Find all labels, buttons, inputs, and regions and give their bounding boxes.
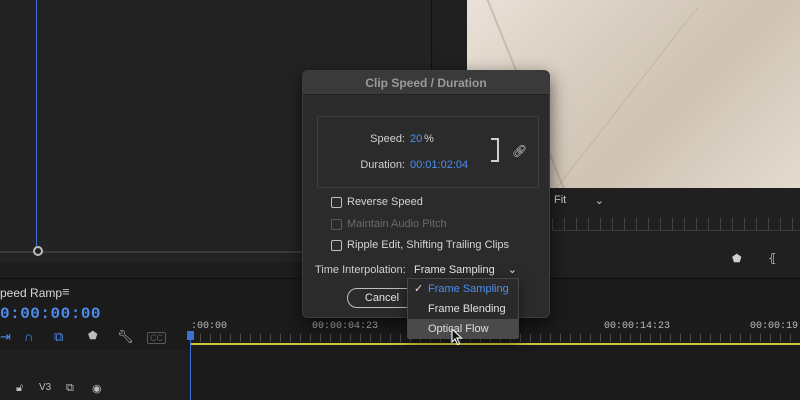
checkmark-icon: ✓ bbox=[414, 283, 424, 295]
captions-icon[interactable]: CC bbox=[147, 332, 166, 344]
time-interpolation-dropdown: ✓ Frame Sampling Frame Blending Optical … bbox=[407, 278, 519, 339]
maintain-audio-pitch-label: Maintain Audio Pitch bbox=[347, 218, 447, 230]
lock-track-icon[interactable]: 🔓︎ bbox=[16, 382, 23, 395]
dropdown-option-frame-sampling[interactable]: ✓ Frame Sampling bbox=[408, 279, 518, 299]
maintain-audio-pitch-option: Maintain Audio Pitch bbox=[331, 218, 447, 230]
speed-unit: % bbox=[424, 133, 434, 145]
maintain-audio-pitch-checkbox bbox=[331, 218, 342, 230]
zoom-level-value: Fit bbox=[554, 194, 567, 206]
duration-value-field[interactable]: 00:01:02:04 bbox=[410, 159, 468, 171]
timeline-playhead-handle[interactable] bbox=[187, 331, 194, 340]
sync-lock-icon[interactable]: ⧉ bbox=[66, 382, 74, 395]
mark-in-out-icon[interactable]: ⦃ bbox=[768, 251, 777, 265]
linked-selection-icon[interactable]: ⧉ bbox=[54, 329, 63, 345]
insert-tool-icon[interactable]: ⇥ bbox=[0, 329, 11, 345]
wrench-settings-icon[interactable]: 🔧︎ bbox=[117, 329, 134, 345]
time-interpolation-label: Time Interpolation: bbox=[315, 264, 406, 276]
sequence-tab-label[interactable]: peed Ramp bbox=[0, 286, 62, 300]
ruler-tick-label: 00:00:14:23 bbox=[604, 321, 671, 332]
add-marker-timeline-icon[interactable]: ⬟ bbox=[88, 329, 98, 342]
timeline-playhead-line bbox=[190, 331, 191, 400]
ruler-tick-label: 00:00:19:2 bbox=[750, 321, 800, 332]
duration-label: Duration: bbox=[360, 159, 405, 171]
ripple-edit-checkbox[interactable] bbox=[331, 239, 342, 251]
ruler-tick-label: :00:00 bbox=[191, 321, 228, 332]
chevron-down-icon: ⌄ bbox=[594, 194, 604, 207]
track-label: V3 bbox=[39, 382, 52, 393]
program-ruler-baseline bbox=[552, 230, 800, 231]
eye-icon[interactable]: ◉ bbox=[92, 382, 102, 395]
panel-menu-icon[interactable]: ≡ bbox=[62, 284, 70, 299]
reverse-speed-label: Reverse Speed bbox=[347, 196, 423, 208]
dropdown-option-frame-blending[interactable]: Frame Blending bbox=[408, 299, 518, 319]
dropdown-option-label: Frame Sampling bbox=[428, 283, 509, 295]
speed-label: Speed: bbox=[370, 133, 405, 145]
dropdown-option-label: Frame Blending bbox=[428, 303, 506, 315]
source-playhead-handle[interactable] bbox=[33, 246, 43, 256]
program-time-ruler[interactable] bbox=[552, 218, 800, 230]
timeline-timecode[interactable]: 0:00:00:00 bbox=[0, 305, 101, 323]
ruler-tick-label: 00:00:04:23 bbox=[312, 321, 379, 332]
video-texture bbox=[537, 7, 698, 188]
chain-link-icon[interactable]: 🔗︎ bbox=[512, 144, 527, 158]
ripple-edit-option[interactable]: Ripple Edit, Shifting Trailing Clips bbox=[331, 239, 509, 251]
dialog-title: Clip Speed / Duration bbox=[303, 71, 549, 95]
link-bracket bbox=[491, 138, 499, 162]
work-area-bar[interactable] bbox=[190, 343, 800, 345]
source-playhead-line bbox=[36, 0, 37, 250]
zoom-level-select[interactable]: Fit ⌄ bbox=[550, 192, 608, 208]
add-marker-icon[interactable]: ⬟ bbox=[732, 252, 742, 265]
time-interpolation-value: Frame Sampling bbox=[414, 263, 495, 276]
reverse-speed-checkbox[interactable] bbox=[331, 196, 342, 208]
snap-magnet-icon[interactable]: ∩ bbox=[24, 329, 33, 344]
reverse-speed-option[interactable]: Reverse Speed bbox=[331, 196, 423, 208]
dropdown-option-optical-flow[interactable]: Optical Flow bbox=[408, 319, 518, 339]
speed-value-field[interactable]: 20 bbox=[410, 133, 422, 145]
ripple-edit-label: Ripple Edit, Shifting Trailing Clips bbox=[347, 239, 510, 251]
time-interpolation-select[interactable]: Frame Sampling ⌄ bbox=[407, 261, 521, 278]
speed-duration-group bbox=[317, 116, 539, 188]
mouse-cursor-icon bbox=[451, 328, 463, 346]
chevron-down-icon: ⌄ bbox=[507, 264, 517, 276]
